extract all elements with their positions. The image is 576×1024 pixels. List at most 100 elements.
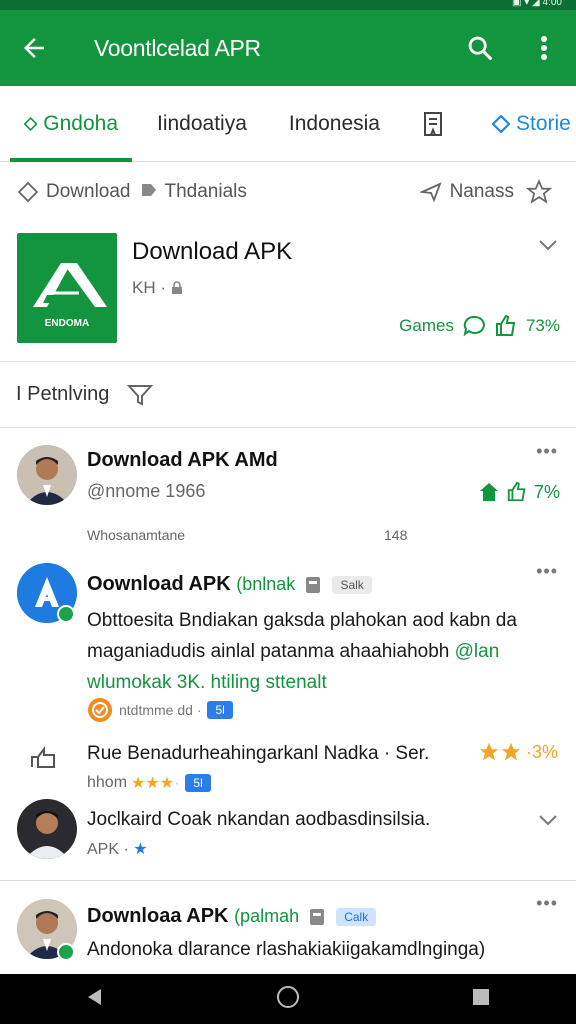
tab-label: Iindoatiya	[157, 111, 247, 135]
feed-item-body-line: wlumokak 3K. htiling sttenalt	[87, 672, 327, 693]
tab-iindoatiya[interactable]: Iindoatiya	[157, 86, 247, 162]
search-button[interactable]	[448, 10, 512, 86]
feed-item-badge: 5l	[185, 774, 211, 792]
app-name: Download APK	[132, 238, 293, 265]
thumbs-up-icon	[495, 314, 516, 336]
feed-item-meta-text: ntdtmme dd ·	[119, 702, 202, 718]
avatar	[17, 445, 77, 505]
person-avatar-image	[17, 799, 77, 859]
nav-back-button[interactable]	[85, 987, 105, 1012]
feed-item-body-line: maganiadudis ainlal patanma ahaahiahobh …	[87, 636, 558, 667]
rating-stars: ★★★·	[131, 775, 180, 792]
app-stats: Games 73%	[391, 314, 560, 338]
status-bar: ▣ ▾ ◢ 4:00	[0, 0, 576, 10]
feed-item-body-text: maganiadudis ainlal patanma ahaahiahobh	[87, 641, 455, 662]
feed-item-chip: Salk	[332, 575, 372, 594]
tag-icon	[141, 184, 156, 196]
status-bar-text: ▣ ▾ ◢ 4:00	[512, 0, 562, 8]
more-vert-icon	[541, 36, 547, 60]
more-options-button[interactable]: •••	[536, 441, 558, 462]
more-options-button[interactable]: •••	[536, 893, 558, 914]
app-meta-text: KH ·	[132, 278, 166, 297]
tab-bookmark[interactable]	[422, 86, 450, 162]
diamond-icon	[24, 116, 38, 131]
star-icon	[479, 742, 499, 761]
filter-label: I Petnlving	[16, 383, 110, 405]
app-logo-text: ENDOMA	[44, 318, 90, 329]
feed-item-subtext: hhom	[87, 774, 128, 791]
feed-item-sub: hhom ★★★· 5l	[87, 773, 211, 793]
app-logo: ENDOMA	[17, 233, 117, 343]
feed-item-meta-badge: 5l	[207, 701, 233, 719]
crumb-label: Thdanials	[164, 181, 247, 202]
feed-item-sub: APK · ★	[87, 839, 148, 859]
nav-home-button[interactable]	[276, 985, 300, 1014]
crumb-thdanials[interactable]: Thdanials	[141, 181, 247, 203]
tab-gndoha[interactable]: Gndoha	[10, 86, 132, 162]
feed-item-title: Downloaa APK	[87, 905, 229, 927]
more-options-button[interactable]: •••	[536, 561, 558, 582]
thumbs-up-icon	[507, 481, 526, 502]
feed-item[interactable]: Joclkaird Coak nkandan aodbasdinsilsia. …	[0, 799, 576, 881]
arrow-left-icon	[24, 38, 44, 58]
doc-icon	[309, 908, 324, 925]
home-icon	[479, 483, 498, 501]
app-card[interactable]: ENDOMA Download APK KH · Games 73%	[0, 222, 576, 362]
feed-item-header: Downloaa APK (palmah Calk	[87, 905, 377, 928]
share-icon	[31, 746, 55, 768]
feed-item-subtext: APK ·	[87, 841, 129, 858]
tab-storie[interactable]: Storie	[491, 86, 571, 162]
feed-item-stats: 7%	[478, 481, 560, 503]
feed-item-body-line: Obttoesita Bndiakan gaksda plahokan aod …	[87, 610, 517, 631]
triangle-back-icon	[88, 988, 102, 1005]
square-recents-icon	[472, 988, 489, 1005]
feed-item-body: Obttoesita Bndiakan gaksda plahokan aod …	[87, 605, 558, 698]
feed-item[interactable]: Downloaa APK (palmah Calk ••• Andonoka d…	[0, 881, 576, 974]
tab-label: Storie	[515, 111, 571, 135]
tab-bar: Gndoha Iindoatiya Indonesia Storie	[0, 86, 576, 162]
chevron-down-icon	[539, 240, 557, 251]
search-icon	[468, 36, 493, 61]
nav-recents-button[interactable]	[471, 987, 491, 1012]
feed-item[interactable]: Oownload APK (bnlnak Salk ••• Obttoesita…	[0, 553, 576, 731]
feed-item[interactable]: Download APK AMd @nnome 1966 ••• 7% Whos…	[0, 429, 576, 551]
circle-home-icon	[276, 985, 299, 1008]
feed-item-title: Oownload APK	[87, 573, 231, 595]
overflow-menu-button[interactable]	[512, 10, 576, 86]
active-tab-indicator	[10, 157, 132, 162]
system-nav-bar	[0, 974, 576, 1024]
feed-item[interactable]: Rue Benadurheahingarkanl Nadka · Ser. ·3…	[0, 733, 576, 799]
tab-indonesia[interactable]: Indonesia	[289, 86, 380, 162]
feed-item-chip: Calk	[336, 907, 377, 926]
app-bar: Voontlcelad APR	[0, 10, 576, 86]
feed-item-percent: 7%	[533, 481, 560, 502]
badge-icon	[88, 698, 112, 722]
crumb-download[interactable]: Download	[18, 181, 131, 203]
expand-button[interactable]	[538, 238, 558, 257]
filter-row[interactable]: I Petnlving	[0, 362, 576, 428]
breadcrumb: Download Thdanials Nanass	[0, 162, 576, 222]
feed-item-meta: ntdtmme dd · 5l	[87, 697, 233, 723]
feed-item-body-line: Andonoka dlarance rlashakiakiigakamdlngi…	[87, 939, 486, 960]
feed-item-rating: ·3%	[478, 741, 558, 763]
crumb-label: Nanass	[449, 181, 514, 202]
back-button[interactable]	[0, 10, 68, 86]
diamond-icon	[491, 114, 510, 133]
star-icon: ★	[133, 841, 148, 858]
app-bar-title: Voontlcelad APR	[94, 34, 261, 61]
app-percent: 73%	[525, 316, 560, 335]
crumb-nanass[interactable]: Nanass	[419, 181, 514, 203]
diamond-outline-icon	[18, 182, 38, 202]
favorite-button[interactable]	[526, 179, 560, 205]
chevron-down-icon	[539, 815, 557, 826]
feed-item-mention[interactable]: @lan	[455, 641, 500, 662]
lock-icon	[172, 281, 182, 294]
feed-item-header: Oownload APK (bnlnak Salk	[87, 573, 372, 596]
tab-label: Gndoha	[43, 111, 118, 135]
star-outline-icon	[526, 179, 552, 204]
star-icon	[501, 742, 521, 761]
send-icon	[419, 182, 442, 202]
feed-item-subtitle: @nnome 1966	[87, 481, 206, 501]
expand-button[interactable]	[538, 813, 558, 832]
feed-item-footer-left: Whosanamtane	[87, 527, 186, 543]
